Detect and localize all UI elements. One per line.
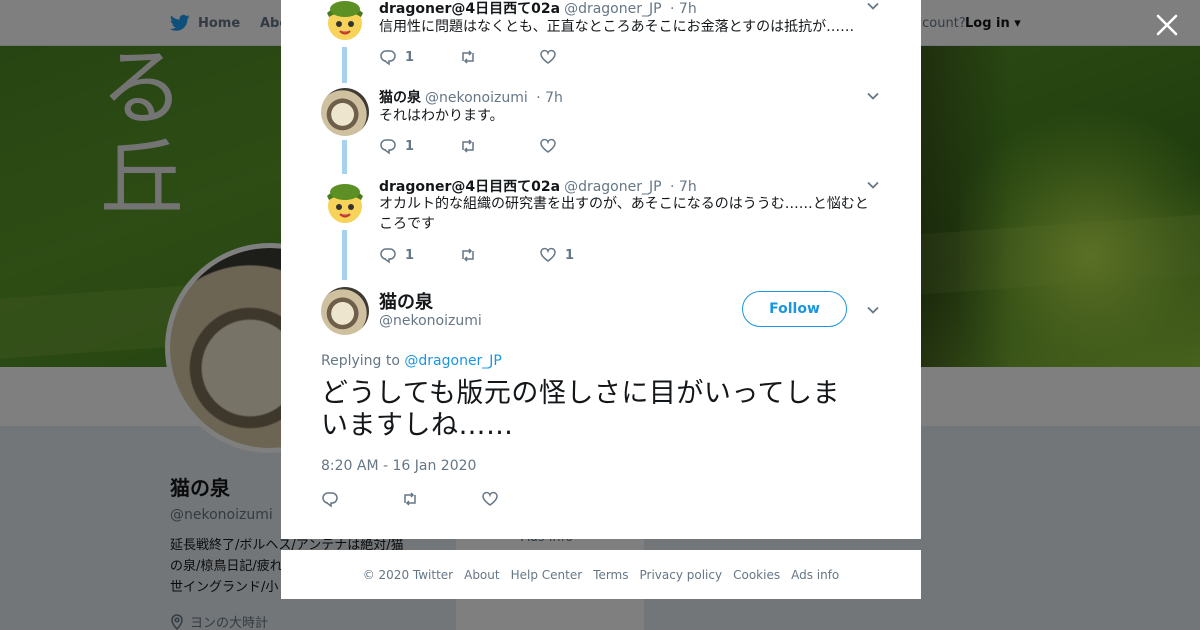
tweet-time[interactable]: · 7h xyxy=(670,179,697,195)
reply-icon xyxy=(380,139,396,155)
like-button[interactable] xyxy=(539,48,619,66)
footer-link-help-center[interactable]: Help Center xyxy=(511,568,583,582)
yukkuri-marisa-avatar[interactable] xyxy=(321,0,369,43)
like-button[interactable]: 1 xyxy=(539,246,619,264)
yukkuri-marisa-icon xyxy=(327,1,363,40)
main-tweet-author-name[interactable]: 猫の泉 xyxy=(379,288,433,314)
thread-tweet[interactable]: dragoner@4日目西て02a @dragoner_JP · 7h 信用性に問… xyxy=(321,0,881,83)
like-button[interactable] xyxy=(539,137,619,155)
tweet-actions: 1 xyxy=(379,137,619,155)
tweet-author-handle[interactable]: @dragoner_JP xyxy=(564,1,662,17)
thread-tweet[interactable]: 猫の泉 @nekonoizumi · 7h それはわかります。 1 xyxy=(321,87,881,177)
retweet-button[interactable] xyxy=(459,48,539,66)
copyright-text: © 2020 Twitter xyxy=(362,567,454,582)
replying-to-link[interactable]: @dragoner_JP xyxy=(404,353,502,369)
retweet-icon xyxy=(462,139,474,153)
tweet-author-name[interactable]: dragoner@4日目西て02a xyxy=(379,1,560,17)
reply-icon xyxy=(380,248,396,264)
heart-icon xyxy=(482,491,498,506)
tweet-actions: 1 xyxy=(379,48,619,66)
like-button[interactable] xyxy=(481,490,561,508)
main-tweet-actions xyxy=(321,490,561,508)
thread-connector xyxy=(342,47,347,83)
tweet-header: dragoner@4日目西て02a @dragoner_JP · 7h xyxy=(379,0,697,18)
retweet-button[interactable] xyxy=(459,137,539,155)
footer-link-cookies[interactable]: Cookies xyxy=(733,568,780,582)
reply-button[interactable]: 1 xyxy=(379,137,459,155)
reply-icon xyxy=(322,492,338,508)
footer-link-about[interactable]: About xyxy=(464,568,499,582)
replying-to: Replying to @dragoner_JP xyxy=(321,353,502,369)
tweet-text: それはわかります。 xyxy=(379,108,504,124)
cat-painting-avatar[interactable] xyxy=(321,88,369,136)
reply-button[interactable]: 1 xyxy=(379,48,459,66)
tweet-author-handle[interactable]: @nekonoizumi xyxy=(425,90,528,106)
tweet-permalink-modal: dragoner@4日目西て02a @dragoner_JP · 7h 信用性に問… xyxy=(281,0,921,539)
reply-icon xyxy=(380,50,396,66)
tweet-author-handle[interactable]: @dragoner_JP xyxy=(564,179,662,195)
tweet-time[interactable]: · 7h xyxy=(670,1,697,17)
footer-link-privacy[interactable]: Privacy policy xyxy=(640,568,723,582)
thread-connector xyxy=(342,140,347,174)
heart-icon xyxy=(540,138,556,153)
chevron-down-icon[interactable] xyxy=(866,89,880,103)
reply-button[interactable] xyxy=(321,490,401,508)
reply-button[interactable]: 1 xyxy=(379,246,459,264)
main-tweet-timestamp[interactable]: 8:20 AM - 16 Jan 2020 xyxy=(321,458,476,474)
close-icon[interactable] xyxy=(1154,12,1180,38)
tweet-actions: 1 1 xyxy=(379,246,619,264)
modal-footer: © 2020 Twitter About Help Center Terms P… xyxy=(281,550,921,599)
retweet-icon xyxy=(462,248,474,262)
main-tweet-author-handle[interactable]: @nekonoizumi xyxy=(379,313,482,329)
footer-link-terms[interactable]: Terms xyxy=(593,568,628,582)
tweet-header: 猫の泉 @nekonoizumi · 7h xyxy=(379,87,563,107)
tweet-author-name[interactable]: 猫の泉 xyxy=(379,90,421,106)
chevron-down-icon[interactable] xyxy=(866,303,880,317)
tweet-time[interactable]: · 7h xyxy=(536,90,563,106)
main-tweet-text: どうしても版元の怪しさに目がいってしまいますしね…… xyxy=(321,378,840,441)
retweet-icon xyxy=(404,492,416,506)
yukkuri-marisa-icon xyxy=(327,184,363,223)
retweet-button[interactable] xyxy=(459,246,539,264)
cat-painting-avatar[interactable] xyxy=(321,287,369,335)
heart-icon xyxy=(540,247,556,262)
chevron-down-icon[interactable] xyxy=(866,0,880,13)
follow-button[interactable]: Follow xyxy=(742,291,847,327)
retweet-icon xyxy=(462,50,474,64)
tweet-author-name[interactable]: dragoner@4日目西て02a xyxy=(379,179,560,195)
tweet-header: dragoner@4日目西て02a @dragoner_JP · 7h xyxy=(379,176,697,196)
tweet-text: 信用性に問題はなくとも、正直なところあそこにお金落とすのは抵抗が…… xyxy=(379,19,855,35)
tweet-text: オカルト的な組織の研究書を出すのが、あそこになるのはううむ……と悩むところです xyxy=(379,196,869,232)
footer-link-ads-info[interactable]: Ads info xyxy=(791,568,839,582)
heart-icon xyxy=(540,49,556,64)
thread-connector xyxy=(342,230,347,280)
yukkuri-marisa-avatar[interactable] xyxy=(321,178,369,226)
retweet-button[interactable] xyxy=(401,490,481,508)
chevron-down-icon[interactable] xyxy=(866,178,880,192)
thread-tweet[interactable]: dragoner@4日目西て02a @dragoner_JP · 7h オカルト的… xyxy=(321,176,881,286)
